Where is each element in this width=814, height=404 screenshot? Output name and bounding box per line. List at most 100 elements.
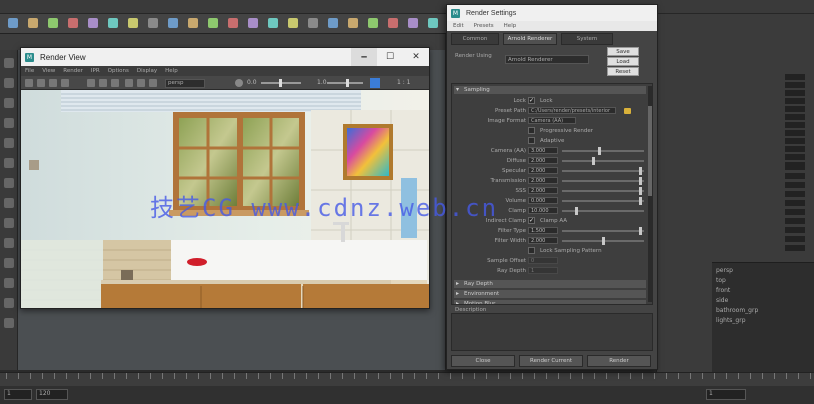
rv-menu-view[interactable]: View <box>42 68 55 74</box>
shelf-tool-icon[interactable] <box>348 18 358 28</box>
setting-slider[interactable] <box>562 157 644 165</box>
outliner-item[interactable]: side <box>716 297 728 304</box>
channel-field[interactable] <box>785 154 805 160</box>
setting-slider[interactable] <box>562 227 644 235</box>
slider-knob[interactable] <box>639 177 642 185</box>
gamma-slider[interactable] <box>327 82 363 84</box>
tool-icon[interactable] <box>4 78 14 88</box>
rv-menu-render[interactable]: Render <box>63 68 83 74</box>
tool-icon[interactable] <box>4 98 14 108</box>
channel-field[interactable] <box>785 122 805 128</box>
section-environment[interactable]: Environment <box>454 290 646 298</box>
channel-field[interactable] <box>785 90 805 96</box>
shelf-tool-icon[interactable] <box>428 18 438 28</box>
shelf-tool-icon[interactable] <box>308 18 318 28</box>
section-motion-blur[interactable]: Motion Blur <box>454 300 646 304</box>
setting-slider[interactable] <box>562 187 644 195</box>
tool-icon[interactable] <box>4 238 14 248</box>
exposure-knob[interactable] <box>279 79 282 87</box>
setting-value-field[interactable]: 2.000 <box>528 167 558 174</box>
shelf-tool-icon[interactable] <box>8 18 18 28</box>
shelf-tool-icon[interactable] <box>408 18 418 28</box>
channel-field[interactable] <box>785 227 805 233</box>
setting-slider[interactable] <box>562 197 644 205</box>
setting-value-field[interactable]: 0.000 <box>528 197 558 204</box>
tool-icon[interactable] <box>4 298 14 308</box>
rs-menu-help[interactable]: Help <box>504 23 517 29</box>
channel-alpha-icon[interactable] <box>99 79 107 87</box>
remove-image-icon[interactable] <box>137 79 145 87</box>
range-slider[interactable]: 1 120 1 <box>0 386 814 404</box>
outliner-item[interactable]: top <box>716 277 726 284</box>
setting-value-field[interactable]: 2.000 <box>528 177 558 184</box>
redo-render-icon[interactable] <box>25 79 33 87</box>
shelf-tool-icon[interactable] <box>168 18 178 28</box>
tool-icon[interactable] <box>4 138 14 148</box>
tab-common[interactable]: Common <box>451 33 499 45</box>
shelf-tool-icon[interactable] <box>128 18 138 28</box>
tool-icon[interactable] <box>4 318 14 328</box>
channel-field[interactable] <box>785 218 805 224</box>
rv-menu-help[interactable]: Help <box>165 68 178 74</box>
tab-arnold-renderer[interactable]: Arnold Renderer <box>503 33 557 45</box>
channel-field[interactable] <box>785 182 805 188</box>
channel-field[interactable] <box>785 106 805 112</box>
rv-menu-display[interactable]: Display <box>137 68 157 74</box>
tab-system[interactable]: System <box>561 33 613 45</box>
setting-checkbox[interactable]: ✓ <box>528 97 535 104</box>
scrollbar-thumb[interactable] <box>648 106 652 196</box>
setting-value-field[interactable]: 1.500 <box>528 227 558 234</box>
setting-value-field[interactable]: 2.000 <box>528 237 558 244</box>
rv-menu-ipr[interactable]: IPR <box>91 68 100 74</box>
shelf-tool-icon[interactable] <box>268 18 278 28</box>
channel-field[interactable] <box>785 98 805 104</box>
shelf-tool-icon[interactable] <box>28 18 38 28</box>
setting-checkbox[interactable] <box>528 137 535 144</box>
tool-icon[interactable] <box>4 58 14 68</box>
close-button[interactable]: ✕ <box>403 48 429 66</box>
tool-icon[interactable] <box>4 158 14 168</box>
maximize-button[interactable]: ☐ <box>377 48 403 66</box>
shelf-tool-icon[interactable] <box>68 18 78 28</box>
slider-knob[interactable] <box>602 237 605 245</box>
region-render-icon[interactable] <box>37 79 45 87</box>
tool-icon[interactable] <box>4 178 14 188</box>
save-preset-button[interactable]: Save <box>607 47 639 56</box>
render-frame-icon[interactable] <box>370 78 380 88</box>
rv-menu-options[interactable]: Options <box>108 68 129 74</box>
shelf-tool-icon[interactable] <box>48 18 58 28</box>
shelf-tool-icon[interactable] <box>88 18 98 28</box>
setting-checkbox[interactable] <box>528 247 535 254</box>
tool-icon[interactable] <box>4 198 14 208</box>
setting-value-field[interactable]: 2.000 <box>528 157 558 164</box>
gamma-value[interactable]: 1.0 <box>317 79 327 86</box>
slider-knob[interactable] <box>639 167 642 175</box>
shelf-tool-icon[interactable] <box>228 18 238 28</box>
shelf-tool-icon[interactable] <box>368 18 378 28</box>
tool-icon[interactable] <box>4 118 14 128</box>
channel-field[interactable] <box>785 200 805 206</box>
channel-field[interactable] <box>785 164 805 170</box>
section-sampling[interactable]: Sampling <box>454 86 646 94</box>
shelf-tool-icon[interactable] <box>388 18 398 28</box>
rs-menu-presets[interactable]: Presets <box>474 23 494 29</box>
channel-field[interactable] <box>785 236 805 242</box>
minimize-button[interactable]: 🗕 <box>351 48 377 66</box>
setting-value-field[interactable]: 3.000 <box>528 147 558 154</box>
setting-slider[interactable] <box>562 177 644 185</box>
setting-slider[interactable] <box>562 237 644 245</box>
render-current-button[interactable]: Render Current <box>519 355 583 367</box>
slider-knob[interactable] <box>598 147 601 155</box>
shelf-tool-icon[interactable] <box>188 18 198 28</box>
start-frame-field[interactable]: 1 <box>4 389 32 400</box>
settings-scrollbar[interactable] <box>648 86 652 302</box>
outliner-item[interactable]: bathroom_grp <box>716 307 758 314</box>
tool-icon[interactable] <box>4 258 14 268</box>
folder-icon[interactable] <box>624 108 631 114</box>
slider-knob[interactable] <box>639 197 642 205</box>
display-settings-icon[interactable] <box>149 79 157 87</box>
shelf-tool-icon[interactable] <box>148 18 158 28</box>
setting-slider[interactable] <box>562 207 644 215</box>
shelf-tool-icon[interactable] <box>108 18 118 28</box>
end-frame-field[interactable]: 120 <box>36 389 68 400</box>
